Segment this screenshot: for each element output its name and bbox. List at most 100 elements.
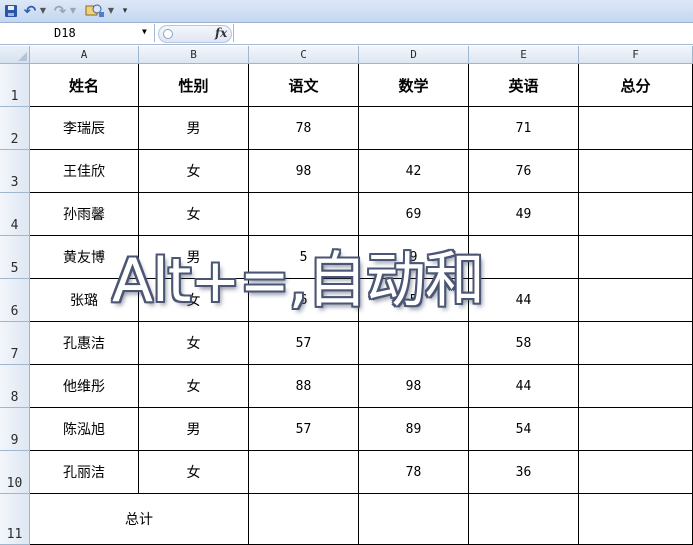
formula-bar: D18 ▼ fx <box>0 23 693 45</box>
header-cell[interactable]: 总分 <box>579 64 693 107</box>
table-cell[interactable]: 98 <box>359 365 469 408</box>
name-box-value: D18 <box>54 26 76 40</box>
row-header-6[interactable]: 6 <box>0 279 30 322</box>
table-cell[interactable] <box>579 365 693 408</box>
header-cell[interactable]: 英语 <box>469 64 579 107</box>
select-all-button[interactable] <box>0 46 30 64</box>
total-cell[interactable] <box>469 494 579 545</box>
column-header-c[interactable]: C <box>249 46 359 64</box>
table-cell[interactable]: 71 <box>469 107 579 150</box>
table-cell[interactable]: 54 <box>469 408 579 451</box>
customize-dropdown-icon[interactable]: ▼ <box>107 2 115 19</box>
table-cell[interactable]: 88 <box>249 365 359 408</box>
expand-handle-icon[interactable] <box>163 29 173 39</box>
row-header-11[interactable]: 11 <box>0 494 30 545</box>
row-header-4[interactable]: 4 <box>0 193 30 236</box>
table-cell[interactable]: 57 <box>249 408 359 451</box>
chevron-down-icon[interactable]: ▼ <box>142 27 147 36</box>
table-cell[interactable]: 女 <box>139 193 249 236</box>
column-header-e[interactable]: E <box>469 46 579 64</box>
row-header-2[interactable]: 2 <box>0 107 30 150</box>
customize-icon[interactable] <box>84 2 106 19</box>
table-cell[interactable]: 58 <box>469 322 579 365</box>
total-label-cell[interactable]: 总计 <box>30 494 249 545</box>
table-cell[interactable] <box>359 322 469 365</box>
row-header-7[interactable]: 7 <box>0 322 30 365</box>
table-cell[interactable] <box>469 236 579 279</box>
table-cell[interactable]: 男 <box>139 236 249 279</box>
row-header-9[interactable]: 9 <box>0 408 30 451</box>
row-header-1[interactable]: 1 <box>0 64 30 107</box>
table-cell[interactable] <box>579 322 693 365</box>
redo-icon[interactable]: ↷ <box>52 2 68 20</box>
table-cell[interactable]: 女 <box>139 322 249 365</box>
table-cell[interactable]: 69 <box>359 193 469 236</box>
row-header-8[interactable]: 8 <box>0 365 30 408</box>
table-cell[interactable]: 男 <box>139 408 249 451</box>
table-cell[interactable]: 王佳欣 <box>30 150 139 193</box>
undo-dropdown-icon[interactable]: ▼ <box>39 2 47 19</box>
table-cell[interactable]: 男 <box>139 107 249 150</box>
insert-function-icon[interactable]: fx <box>215 26 227 40</box>
column-header-a[interactable]: A <box>30 46 139 64</box>
more-commands-icon[interactable]: ▾ <box>120 2 130 19</box>
table-cell[interactable]: 孔惠洁 <box>30 322 139 365</box>
table-cell[interactable]: 黄友博 <box>30 236 139 279</box>
table-cell[interactable] <box>579 150 693 193</box>
column-header-b[interactable]: B <box>139 46 249 64</box>
table-cell[interactable]: 张璐 <box>30 279 139 322</box>
table-cell[interactable] <box>579 408 693 451</box>
header-cell[interactable]: 语文 <box>249 64 359 107</box>
table-cell[interactable]: 他维彤 <box>30 365 139 408</box>
table-cell[interactable] <box>249 451 359 494</box>
table-cell[interactable]: 44 <box>469 365 579 408</box>
table-cell[interactable] <box>579 236 693 279</box>
header-cell[interactable]: 性别 <box>139 64 249 107</box>
row-header-10[interactable]: 10 <box>0 451 30 494</box>
row-header-5[interactable]: 5 <box>0 236 30 279</box>
header-cell[interactable]: 姓名 <box>30 64 139 107</box>
table-cell[interactable]: 44 <box>469 279 579 322</box>
formula-controls: fx <box>158 25 232 43</box>
save-icon[interactable] <box>3 2 19 19</box>
quick-access-toolbar: ↶ ▼ ↷ ▼ ▼ ▾ <box>0 0 693 23</box>
total-cell[interactable] <box>579 494 693 545</box>
table-cell[interactable]: 5 <box>249 236 359 279</box>
undo-icon[interactable]: ↶ <box>22 2 38 20</box>
table-cell[interactable]: 89 <box>359 408 469 451</box>
table-cell[interactable]: 42 <box>359 150 469 193</box>
table-cell[interactable]: 76 <box>469 150 579 193</box>
table-cell[interactable]: 36 <box>469 451 579 494</box>
table-cell[interactable]: 孔丽洁 <box>30 451 139 494</box>
column-header-d[interactable]: D <box>359 46 469 64</box>
table-cell[interactable] <box>579 107 693 150</box>
table-cell[interactable]: 49 <box>469 193 579 236</box>
table-cell[interactable]: 78 <box>249 107 359 150</box>
table-cell[interactable]: 57 <box>249 322 359 365</box>
table-cell[interactable]: 6 <box>249 279 359 322</box>
table-cell[interactable]: 女 <box>139 451 249 494</box>
table-cell[interactable]: 孙雨馨 <box>30 193 139 236</box>
table-cell[interactable]: 78 <box>359 451 469 494</box>
total-cell[interactable] <box>359 494 469 545</box>
table-cell[interactable]: 李瑞辰 <box>30 107 139 150</box>
table-cell[interactable]: 5 <box>359 279 469 322</box>
table-cell[interactable] <box>579 451 693 494</box>
row-header-3[interactable]: 3 <box>0 150 30 193</box>
table-cell[interactable] <box>579 279 693 322</box>
table-cell[interactable]: 女 <box>139 279 249 322</box>
table-cell[interactable]: 陈泓旭 <box>30 408 139 451</box>
table-cell[interactable]: 9 <box>359 236 469 279</box>
table-cell[interactable]: 女 <box>139 150 249 193</box>
table-cell[interactable] <box>579 193 693 236</box>
redo-dropdown-icon[interactable]: ▼ <box>69 2 77 19</box>
header-cell[interactable]: 数学 <box>359 64 469 107</box>
table-cell[interactable]: 女 <box>139 365 249 408</box>
column-header-f[interactable]: F <box>579 46 693 64</box>
table-cell[interactable]: 98 <box>249 150 359 193</box>
name-box[interactable]: D18 ▼ <box>0 24 155 42</box>
formula-input[interactable] <box>233 24 692 42</box>
table-cell[interactable] <box>249 193 359 236</box>
total-cell[interactable] <box>249 494 359 545</box>
table-cell[interactable] <box>359 107 469 150</box>
